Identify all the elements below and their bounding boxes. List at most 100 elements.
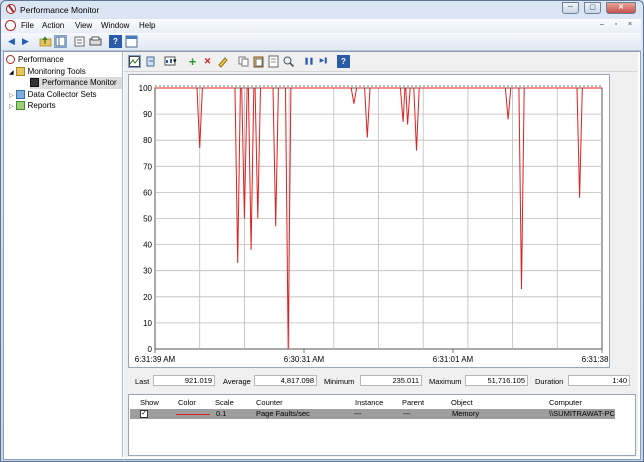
freeze-display-button[interactable]: ❚❚ — [302, 55, 315, 68]
paste-counter-list-button[interactable] — [252, 55, 265, 68]
folder-up-icon — [39, 36, 52, 47]
zoom-button[interactable] — [282, 55, 295, 68]
collapse-arrow-icon[interactable]: ◢ — [9, 70, 14, 76]
line-graph[interactable]: 0 10 20 30 40 50 60 70 80 90 100 6:31:39 AM 6:30:31 … — [128, 74, 623, 368]
expand-arrow-icon[interactable]: ▷ — [9, 104, 14, 110]
menu-window[interactable]: Window — [101, 21, 129, 30]
y-tick-label: 70 — [143, 162, 152, 171]
tree-item-performance[interactable]: Performance — [6, 54, 64, 66]
maximize-button[interactable]: ▢ — [584, 2, 601, 14]
scale-cell: 0.1 — [216, 409, 227, 418]
col-header-parent[interactable]: Parent — [402, 398, 424, 407]
tree-item-performance-monitor[interactable]: Performance Monitor — [30, 77, 122, 89]
y-tick-label: 20 — [143, 293, 152, 302]
performance-monitor-icon — [30, 78, 39, 88]
col-header-computer[interactable]: Computer — [549, 398, 582, 407]
mdi-close-button[interactable]: × — [625, 20, 635, 30]
data-collector-icon — [15, 90, 25, 100]
change-graph-type-button[interactable]: ▾ — [160, 55, 180, 68]
y-tick-label: 40 — [143, 241, 152, 250]
main-toolbar: ◀ ▶ ? — [1, 33, 641, 51]
delete-counter-button[interactable]: ✕ — [201, 55, 214, 68]
update-data-button[interactable]: ▶❚ — [317, 55, 330, 68]
properties-icon — [89, 36, 102, 46]
col-header-scale[interactable]: Scale — [215, 398, 234, 407]
average-label: Average — [223, 377, 251, 386]
instance-cell: --- — [354, 409, 362, 418]
mmc-document-icon[interactable] — [5, 20, 16, 31]
tree-item-reports[interactable]: ▷ Reports — [9, 100, 56, 112]
duration-value: 1:40 — [568, 375, 630, 386]
col-header-show[interactable]: Show — [140, 398, 159, 407]
mmc-view-icon — [125, 35, 138, 48]
tree-label: Monitoring Tools — [27, 67, 86, 76]
title-bar[interactable]: Performance Monitor ─ ▢ ✕ — [1, 1, 641, 19]
col-header-instance[interactable]: Instance — [355, 398, 383, 407]
close-button[interactable]: ✕ — [606, 2, 636, 14]
menu-help[interactable]: Help — [139, 21, 155, 30]
properties-button[interactable] — [89, 35, 102, 48]
menu-action[interactable]: Action — [42, 21, 64, 30]
minimum-label: Minimum — [324, 377, 355, 386]
tree-label: Data Collector Sets — [27, 90, 97, 99]
forward-button[interactable]: ▶ — [19, 35, 32, 48]
minimum-value: 235.011 — [360, 375, 422, 386]
y-tick-label: 30 — [143, 267, 152, 276]
last-value: 921.019 — [153, 375, 215, 386]
tree-label: Performance — [18, 55, 64, 64]
properties-sheet-icon — [268, 55, 279, 68]
content-area: Performance ◢ Monitoring Tools Performanc… — [3, 51, 641, 460]
y-tick-label: 50 — [143, 215, 152, 224]
graph-toolbar: ▾ + ✕ ❚❚ ▶❚ ? — [124, 52, 638, 72]
y-tick-label: 0 — [148, 345, 153, 354]
tree-label: Reports — [27, 101, 56, 110]
copy-icon — [238, 56, 249, 67]
export-list-icon — [74, 36, 85, 47]
add-counter-button[interactable]: + — [186, 55, 199, 68]
table-row[interactable]: ✓ 0.1 Page Faults/sec --- --- Memory \\S… — [130, 409, 615, 419]
col-header-color[interactable]: Color — [178, 398, 196, 407]
console-tree: Performance ◢ Monitoring Tools Performanc… — [4, 52, 123, 457]
y-tick-label: 100 — [139, 84, 153, 93]
show-checkbox[interactable]: ✓ — [140, 410, 148, 418]
x-tick-label: 6:31:38 AM — [582, 355, 609, 364]
up-folder-button[interactable] — [39, 35, 52, 48]
value-bar: Last 921.019 Average 4,817.098 Minimum 2… — [124, 374, 638, 388]
duration-label: Duration — [535, 377, 564, 386]
y-tick-label: 90 — [143, 110, 152, 119]
col-header-counter[interactable]: Counter — [256, 398, 283, 407]
mdi-restore-button[interactable]: ▫ — [611, 20, 621, 30]
mmc-view-button[interactable] — [125, 35, 138, 48]
menu-file[interactable]: File — [21, 21, 34, 30]
highlight-pen-icon — [218, 57, 228, 68]
help-button[interactable]: ? — [109, 35, 122, 48]
col-header-object[interactable]: Object — [451, 398, 473, 407]
view-current-activity-button[interactable] — [128, 55, 141, 68]
computer-cell: \\SUMITRAWAT-PC — [549, 409, 615, 418]
performance-monitor-pane: ▾ + ✕ ❚❚ ▶❚ ? 0 10 20 30 40 50 60 70 80 … — [124, 52, 638, 457]
x-tick-label: 6:31:39 AM — [135, 355, 176, 364]
color-swatch — [176, 414, 210, 415]
maximum-label: Maximum — [429, 377, 462, 386]
copy-properties-button[interactable] — [237, 55, 250, 68]
y-tick-label: 10 — [143, 319, 152, 328]
x-tick-label: 6:30:31 AM — [284, 355, 325, 364]
show-hide-console-tree-button[interactable] — [54, 35, 67, 48]
properties-graph-button[interactable] — [267, 55, 280, 68]
performance-icon — [6, 55, 15, 65]
graph-help-button[interactable]: ? — [337, 55, 350, 68]
menu-view[interactable]: View — [75, 21, 92, 30]
mdi-minimize-button[interactable]: – — [597, 20, 607, 30]
tree-label: Performance Monitor — [42, 78, 117, 87]
counter-cell: Page Faults/sec — [256, 409, 310, 418]
folder-icon — [15, 67, 25, 77]
performance-monitor-app-icon — [6, 4, 16, 14]
window-title: Performance Monitor — [20, 5, 100, 15]
highlight-button[interactable] — [216, 55, 229, 68]
expand-arrow-icon[interactable]: ▷ — [9, 93, 14, 99]
export-list-button[interactable] — [73, 35, 86, 48]
back-button[interactable]: ◀ — [5, 35, 18, 48]
view-log-data-button[interactable] — [144, 55, 157, 68]
minimize-button[interactable]: ─ — [562, 2, 579, 14]
magnifier-icon — [283, 56, 295, 68]
